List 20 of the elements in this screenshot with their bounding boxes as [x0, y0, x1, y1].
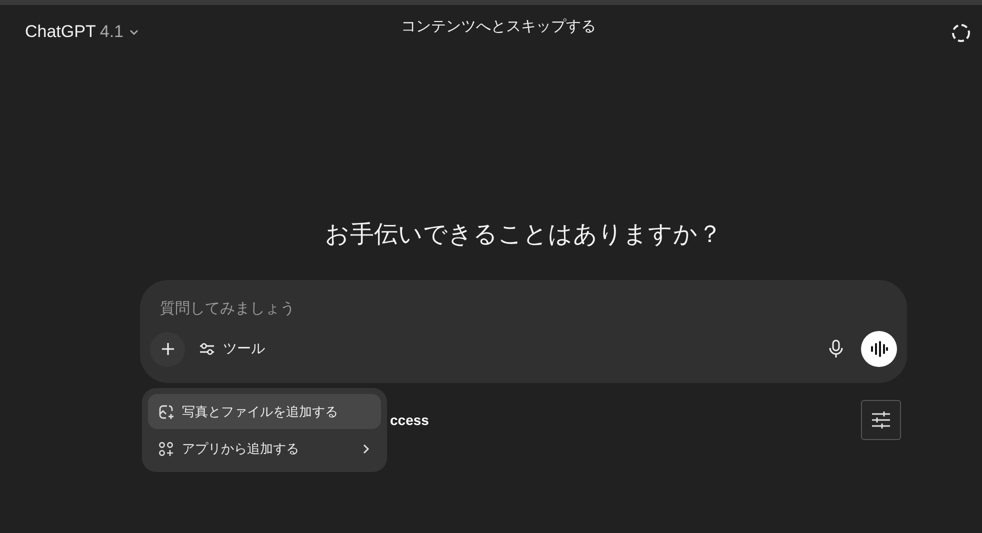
microphone-icon[interactable] — [827, 339, 845, 359]
voice-mode-button[interactable] — [861, 331, 897, 367]
add-button[interactable] — [150, 332, 185, 366]
sliders-icon — [871, 411, 891, 429]
message-input[interactable]: 質問してみましょう — [150, 299, 760, 317]
tools-button[interactable]: ツール — [193, 339, 271, 359]
apps-icon — [158, 440, 174, 456]
sliders-icon — [199, 342, 215, 356]
skip-link[interactable]: コンテンツへとスキップする — [401, 16, 596, 36]
heading: お手伝いできることはありますか？ — [325, 219, 722, 250]
plus-icon — [160, 341, 176, 357]
menu-item[interactable]: 写真とファイルを追加する — [148, 394, 381, 429]
model-selector[interactable]: ChatGPT 4.1 — [25, 22, 140, 42]
image-add-icon — [158, 404, 174, 420]
waveform-icon — [870, 341, 888, 357]
dashed-circle-icon[interactable] — [950, 22, 972, 44]
settings-button[interactable] — [861, 400, 901, 440]
menu-item[interactable]: アプリから追加する — [148, 431, 381, 466]
chevron-right-icon — [361, 442, 371, 454]
partial-text: ccess — [390, 412, 429, 428]
